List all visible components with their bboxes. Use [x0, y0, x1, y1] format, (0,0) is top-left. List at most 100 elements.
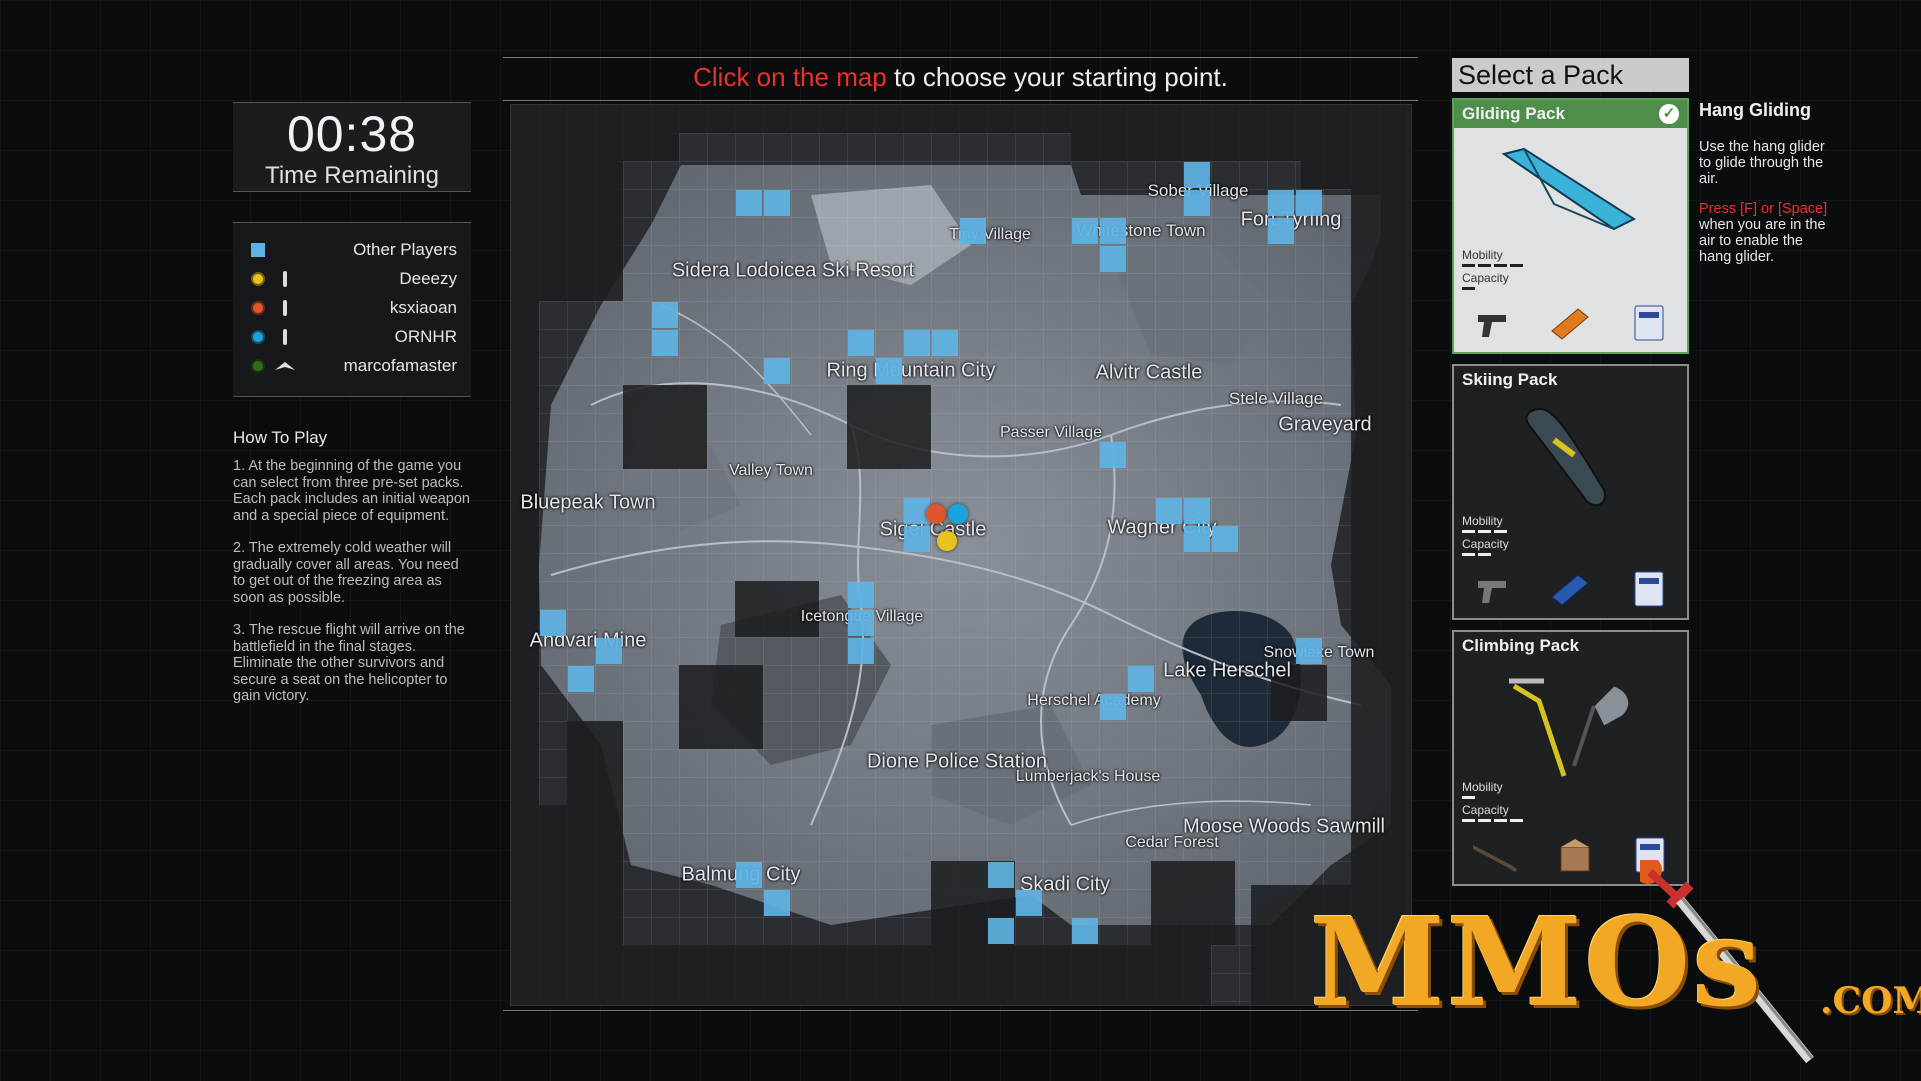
- other-player-marker: [1156, 498, 1182, 524]
- other-player-marker: [652, 330, 678, 356]
- glider-icon: [275, 361, 295, 371]
- world-map[interactable]: Sober Village Fort Tyrfing Tiny Village …: [510, 104, 1412, 1006]
- player-legend: Other Players Deeezy ksxiaoan ORNHR marc…: [233, 222, 471, 397]
- mobility-label: Mobility: [1462, 248, 1503, 262]
- capacity-bar: [1462, 287, 1475, 290]
- other-player-marker: [1212, 526, 1238, 552]
- other-player-marker: [1184, 498, 1210, 524]
- watermark-logo: MMOs .COM: [1310, 860, 1921, 1070]
- other-player-marker: [988, 918, 1014, 944]
- other-player-marker: [736, 862, 762, 888]
- town-label: Valley Town: [729, 462, 813, 479]
- other-player-marker: [540, 610, 566, 636]
- mobility-label: Mobility: [1462, 514, 1503, 528]
- player-marker-ksxiaoan: [926, 504, 946, 524]
- town-label: Ring Mountain City: [826, 359, 996, 382]
- map-instruction: Click on the map to choose your starting…: [503, 62, 1418, 93]
- other-player-marker: [960, 218, 986, 244]
- pack-card-skiing[interactable]: Skiing Pack Mobility Capacity: [1452, 364, 1689, 620]
- pack-name: Climbing Pack: [1462, 636, 1580, 655]
- square-icon: [251, 242, 265, 257]
- pack-items: [1454, 560, 1687, 618]
- other-player-marker: [1100, 694, 1126, 720]
- how-to-play: How To Play 1. At the beginning of the g…: [233, 428, 473, 721]
- player-dot-icon: [251, 271, 265, 286]
- other-player-marker: [904, 330, 930, 356]
- other-player-marker: [764, 358, 790, 384]
- pack-description: Hang Gliding Use the hang glider to glid…: [1699, 100, 1839, 279]
- ice-axe-icon: [1509, 678, 1630, 777]
- timer-label: Time Remaining: [265, 162, 439, 189]
- other-player-marker: [1296, 638, 1322, 664]
- other-player-marker: [1072, 918, 1098, 944]
- hint-highlight: Press [F] or [Space]: [1699, 201, 1828, 217]
- town-label: Herschel Academy: [1027, 692, 1161, 709]
- legend-name: Other Players: [353, 239, 457, 259]
- legend-row-other-players: Other Players: [247, 235, 457, 264]
- divider: [503, 57, 1418, 58]
- other-player-marker: [568, 666, 594, 692]
- capacity-label: Capacity: [1462, 803, 1509, 817]
- pack-items: [1454, 294, 1687, 352]
- checkmark-icon: ✓: [1659, 104, 1679, 124]
- pack-header: Climbing Pack: [1454, 632, 1687, 660]
- other-player-marker: [1184, 190, 1210, 216]
- instruction-highlight: Click on the map: [693, 62, 887, 92]
- player-bar-icon: [283, 270, 287, 287]
- town-label: Lumberjack's House: [1015, 768, 1161, 785]
- how-to-play-step: 3. The rescue flight will arrive on the …: [233, 622, 465, 704]
- timer-value: 00:38: [286, 106, 418, 162]
- other-player-marker: [1268, 218, 1294, 244]
- hang-glider-icon: [1501, 147, 1637, 231]
- other-player-marker: [1100, 246, 1126, 272]
- hint-text: when you are in the air to enable the ha…: [1699, 217, 1826, 265]
- player-marker-ornhr: [948, 504, 968, 524]
- pack-card-climbing[interactable]: Climbing Pack Mobility Capacity: [1452, 630, 1689, 886]
- other-player-marker: [596, 638, 622, 664]
- capacity-bar: [1462, 819, 1523, 822]
- legend-row-player: ORNHR: [247, 322, 457, 351]
- select-pack-title: Select a Pack: [1452, 58, 1689, 92]
- other-player-marker: [848, 330, 874, 356]
- legend-row-player: Deeezy: [247, 264, 457, 293]
- capacity-bar: [1462, 553, 1491, 556]
- pack-card-gliding[interactable]: Gliding Pack ✓ Mobility Capacity: [1452, 98, 1689, 354]
- town-label: Bluepeak Town: [520, 491, 656, 514]
- snowboard-icon: [1525, 408, 1606, 507]
- other-player-marker: [848, 582, 874, 608]
- divider: [503, 100, 1418, 101]
- other-player-marker: [1184, 162, 1210, 188]
- how-to-play-title: How To Play: [233, 428, 328, 447]
- pack-name: Gliding Pack: [1462, 104, 1565, 123]
- other-player-marker: [848, 638, 874, 664]
- legend-name: ksxiaoan: [389, 297, 457, 317]
- ammo-box-icon: [1551, 574, 1590, 606]
- town-label: Graveyard: [1278, 413, 1372, 436]
- town-label: Cedar Forest: [1125, 834, 1219, 851]
- watermark-suffix: .COM: [1820, 980, 1921, 1022]
- description-text: Use the hang glider to glide through the…: [1699, 139, 1825, 187]
- description-title: Hang Gliding: [1699, 100, 1811, 120]
- legend-name: ORNHR: [394, 326, 457, 346]
- how-to-play-step: 2. The extremely cold weather will gradu…: [233, 540, 459, 606]
- legend-name: marcofamaster: [343, 355, 457, 375]
- player-bar-icon: [283, 299, 287, 316]
- capacity-label: Capacity: [1462, 537, 1509, 551]
- other-player-marker: [848, 610, 874, 636]
- town-label: Alvitr Castle: [1095, 361, 1203, 384]
- other-player-marker: [1184, 526, 1210, 552]
- player-dot-icon: [251, 300, 265, 315]
- other-player-marker: [932, 330, 958, 356]
- legend-row-player: marcofamaster: [247, 351, 457, 380]
- legend-name: Deeezy: [399, 268, 457, 288]
- watermark-text: MMOs: [1310, 890, 1764, 1034]
- other-player-marker: [876, 358, 902, 384]
- other-player-marker: [1016, 890, 1042, 916]
- other-player-marker: [1072, 218, 1098, 244]
- capacity-label: Capacity: [1462, 271, 1509, 285]
- other-player-marker: [1100, 442, 1126, 468]
- supply-bag-icon: [1634, 571, 1664, 607]
- town-label: Sidera Lodoicea Ski Resort: [671, 259, 915, 282]
- description-hint: Press [F] or [Space] when you are in the…: [1699, 201, 1839, 265]
- player-dot-icon: [251, 358, 265, 373]
